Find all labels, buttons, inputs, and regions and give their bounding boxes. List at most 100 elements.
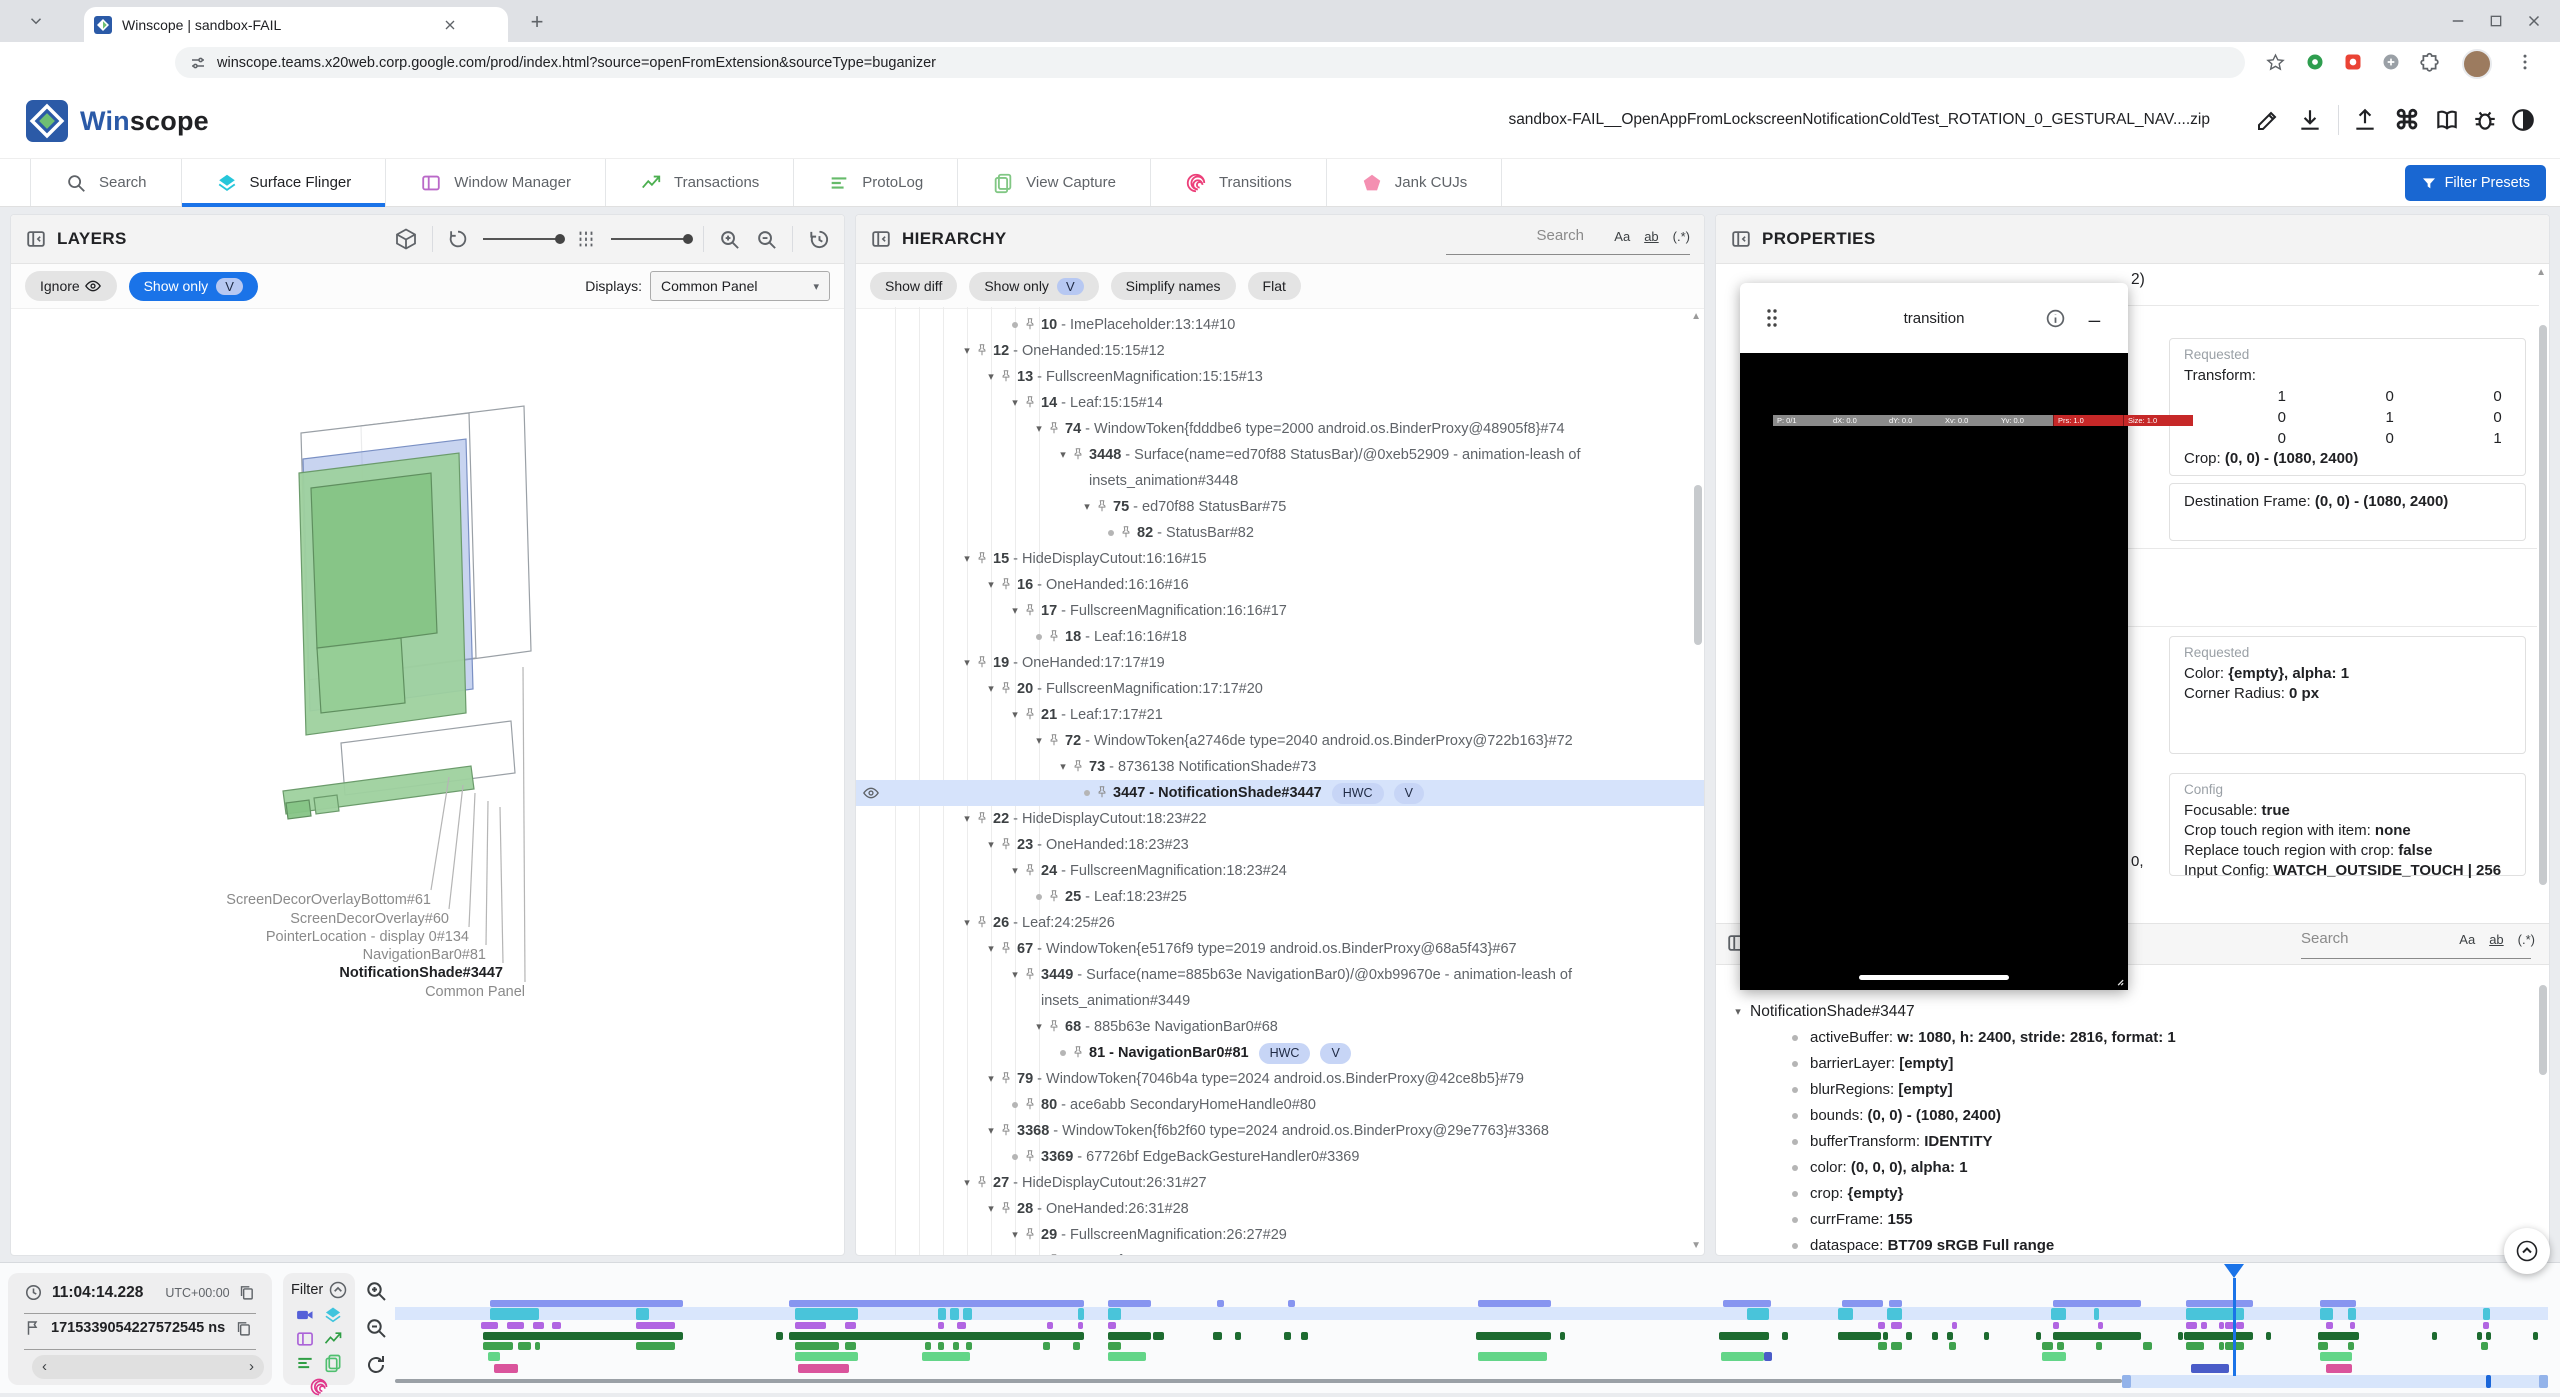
- timeline-segment-protolog[interactable]: [2042, 1342, 2053, 1350]
- regex-icon[interactable]: (.*): [1673, 229, 1690, 244]
- timeline-segment-protolog[interactable]: [636, 1342, 675, 1350]
- expand-arrow-icon[interactable]: ▾: [983, 832, 999, 858]
- timeline-segment-ime[interactable]: [488, 1352, 501, 1361]
- dark-mode-icon[interactable]: [2508, 105, 2538, 135]
- bookmark-star-icon[interactable]: [2262, 49, 2288, 75]
- extension-icon-2[interactable]: [2340, 49, 2366, 75]
- pin-icon[interactable]: [1023, 1097, 1041, 1111]
- pin-icon[interactable]: [975, 551, 993, 565]
- tree-row-16[interactable]: ▾16 - OneHanded:16:16#16: [856, 572, 1704, 598]
- timeline-segment-protolog[interactable]: [2143, 1342, 2152, 1350]
- timeline-segment-window-manager[interactable]: [2236, 1322, 2245, 1329]
- timeline-segment-transactions[interactable]: [483, 1332, 683, 1340]
- match-word-icon[interactable]: ab: [1644, 229, 1658, 244]
- timeline-segment-transactions[interactable]: [2266, 1332, 2271, 1340]
- expand-arrow-icon[interactable]: ▾: [1031, 1014, 1047, 1040]
- tree-row-82[interactable]: 82 - StatusBar#82: [856, 520, 1704, 546]
- zoom-in-icon[interactable]: [718, 228, 741, 251]
- timeline-segment-window-manager[interactable]: [1078, 1322, 1083, 1329]
- timeline-segment-window-manager[interactable]: [533, 1322, 544, 1329]
- ns-time-field[interactable]: 1715339054227572545 ns: [24, 1319, 252, 1337]
- filter-trace-window[interactable]: [295, 1329, 315, 1349]
- pin-icon[interactable]: [1071, 1045, 1089, 1059]
- pin-icon[interactable]: [975, 1175, 993, 1189]
- expand-arrow-icon[interactable]: ▾: [959, 1170, 975, 1196]
- chip-flat[interactable]: Flat: [1248, 272, 1301, 300]
- pin-icon[interactable]: [1047, 889, 1065, 903]
- layer-label[interactable]: NotificationShade#3447: [339, 965, 503, 981]
- expand-arrow-icon[interactable]: ▾: [1007, 702, 1023, 728]
- layer-label[interactable]: PointerLocation - display 0#134: [266, 929, 469, 945]
- timeline-segment-window-manager[interactable]: [2219, 1322, 2224, 1329]
- chip-simplify-names[interactable]: Simplify names: [1111, 272, 1236, 300]
- human-time-field[interactable]: 11:04:14.228 UTC+00:00: [24, 1283, 255, 1302]
- expand-arrow-icon[interactable]: ▾: [983, 676, 999, 702]
- timeline-segment-protolog[interactable]: [2186, 1342, 2203, 1350]
- timeline-segment-transactions[interactable]: [1719, 1332, 1769, 1340]
- expand-arrow-icon[interactable]: ▾: [1031, 416, 1047, 442]
- timeline-scrollbar[interactable]: ‹›: [32, 1355, 264, 1379]
- pin-icon[interactable]: [975, 343, 993, 357]
- tree-row-3449[interactable]: ▾3449 - Surface(name=885b63e NavigationB…: [856, 962, 1704, 1014]
- timeline-segment-transactions[interactable]: [2533, 1332, 2538, 1340]
- window-close-button[interactable]: [2520, 9, 2548, 33]
- timeline-segment-transactions[interactable]: [1560, 1332, 1565, 1340]
- tab-window-manager[interactable]: Window Manager: [386, 159, 606, 206]
- timeline-segment-screen-recording[interactable]: [2186, 1300, 2253, 1307]
- timeline-segment-transactions[interactable]: [2053, 1332, 2141, 1340]
- hierarchy-search-input[interactable]: Search: [1536, 227, 1584, 244]
- timeline-segment-transactions[interactable]: [2184, 1332, 2253, 1340]
- pin-icon[interactable]: [1119, 525, 1137, 539]
- timeline-segment-transactions[interactable]: [789, 1332, 1084, 1340]
- range-track[interactable]: [395, 1379, 2122, 1383]
- layer-rect[interactable]: [314, 795, 339, 814]
- timeline-segment-ime[interactable]: [1478, 1352, 1547, 1361]
- info-icon[interactable]: [2045, 308, 2066, 329]
- timeline-segment-protolog[interactable]: [2057, 1342, 2063, 1350]
- timeline-segment-screen-recording[interactable]: [2053, 1300, 2141, 1307]
- collapse-panel-icon[interactable]: [870, 228, 892, 250]
- tree-row-30[interactable]: 30 - Leaf:26:27#30: [856, 1248, 1704, 1255]
- documentation-icon[interactable]: [2432, 105, 2462, 135]
- tree-row-26[interactable]: ▾26 - Leaf:24:25#26: [856, 910, 1704, 936]
- timeline-segment-surface-flinger[interactable]: [2483, 1308, 2489, 1320]
- timeline-segment-transitions[interactable]: [494, 1364, 518, 1373]
- spacing-slider[interactable]: [611, 238, 689, 240]
- timeline-segment-ime[interactable]: [1108, 1352, 1147, 1361]
- drag-handle[interactable]: [1760, 306, 1784, 330]
- filter-trace-layers[interactable]: [323, 1305, 343, 1325]
- expand-arrow-icon[interactable]: ▾: [983, 1066, 999, 1092]
- expand-arrow-icon[interactable]: ▾: [983, 1118, 999, 1144]
- property-item-activeBuffer[interactable]: activeBuffer: w: 1080, h: 2400, stride: …: [1792, 1025, 2176, 1051]
- layer-label[interactable]: ScreenDecorOverlay#60: [290, 911, 449, 927]
- timeline-segment-protolog[interactable]: [966, 1342, 972, 1350]
- timeline-segment-protolog[interactable]: [2096, 1342, 2102, 1350]
- pin-icon[interactable]: [1023, 863, 1041, 877]
- timeline-segment-ime[interactable]: [2320, 1352, 2352, 1361]
- expand-arrow-icon[interactable]: ▾: [959, 546, 975, 572]
- range-handle-right[interactable]: [2539, 1375, 2548, 1388]
- timeline-segment-protolog[interactable]: [2318, 1342, 2329, 1350]
- layer-rect[interactable]: [311, 473, 437, 649]
- layer-label[interactable]: Common Panel: [425, 984, 525, 1000]
- timeline-segment-transactions[interactable]: [1108, 1332, 1151, 1340]
- timeline-segment-surface-flinger[interactable]: [2320, 1308, 2333, 1320]
- timeline-segment-window-manager[interactable]: [1047, 1322, 1052, 1329]
- timeline-segment-transactions[interactable]: [2318, 1332, 2359, 1340]
- layer-rect[interactable]: [317, 638, 405, 713]
- transition-overlay-card[interactable]: transition _ P: 0/1dX: 0.0dY: 0.0Xv: 0.0…: [1740, 283, 2128, 990]
- tree-row-20[interactable]: ▾20 - FullscreenMagnification:17:17#20: [856, 676, 1704, 702]
- shortcuts-icon[interactable]: ⌘: [2392, 105, 2422, 135]
- expand-arrow-icon[interactable]: ▾: [959, 338, 975, 364]
- expand-arrow-icon[interactable]: ▾: [959, 806, 975, 832]
- scroll-down-icon[interactable]: ▼: [1691, 1240, 1701, 1251]
- regex-icon[interactable]: (.*): [2518, 932, 2535, 947]
- timeline-segment-ime[interactable]: [1721, 1352, 1764, 1361]
- filter-trace-transitions[interactable]: [309, 1377, 329, 1397]
- report-bug-icon[interactable]: [2470, 105, 2500, 135]
- layers-3d-view[interactable]: ScreenDecorOverlayBottom#61ScreenDecorOv…: [11, 307, 844, 1255]
- collapse-filter-icon[interactable]: [328, 1280, 348, 1300]
- timeline-segment-protolog[interactable]: [2348, 1342, 2354, 1350]
- timeline-segment-transactions[interactable]: [1932, 1332, 1937, 1340]
- timeline-segment-protolog[interactable]: [1878, 1342, 1887, 1350]
